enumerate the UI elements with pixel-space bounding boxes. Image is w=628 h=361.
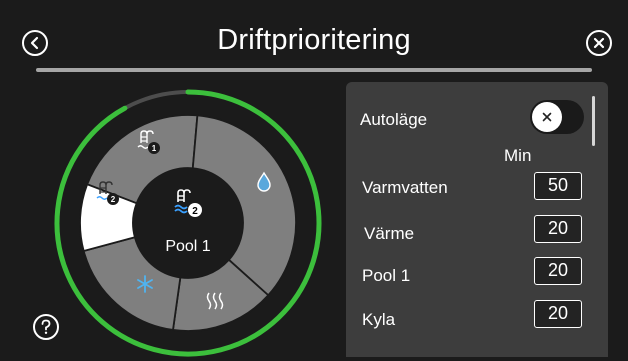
svg-text:2: 2 xyxy=(111,195,116,204)
autolage-label: Autoläge xyxy=(360,110,428,129)
page-title: Driftprioritering xyxy=(217,24,411,56)
svg-text:1: 1 xyxy=(152,144,157,153)
close-icon xyxy=(542,112,552,122)
help-button[interactable] xyxy=(33,314,59,340)
close-icon xyxy=(593,37,605,49)
row-label: Pool 1 xyxy=(362,266,411,285)
unit-label: Min xyxy=(504,146,532,165)
top-bar: Driftprioritering xyxy=(0,0,628,72)
varme-input[interactable]: 20 xyxy=(534,215,582,243)
svg-text:2: 2 xyxy=(192,206,198,217)
row-label: Kyla xyxy=(362,310,396,329)
autolage-toggle[interactable] xyxy=(530,100,584,134)
help-icon xyxy=(41,319,51,334)
center-label: Pool 1 xyxy=(165,238,210,255)
priority-wheel: 2 Pool 1 1 2 xyxy=(54,89,322,357)
row-label: Varmvatten xyxy=(362,178,448,197)
varmvatten-input[interactable]: 50 xyxy=(534,172,582,200)
scrollbar[interactable] xyxy=(592,96,595,146)
row-label: Värme xyxy=(364,224,415,243)
header-divider xyxy=(36,68,592,72)
close-button[interactable] xyxy=(586,30,612,56)
wheel-center xyxy=(133,168,243,278)
kyla-input[interactable]: 20 xyxy=(534,300,582,328)
toggle-knob xyxy=(532,102,562,132)
pool-1-input[interactable]: 20 xyxy=(534,257,582,285)
